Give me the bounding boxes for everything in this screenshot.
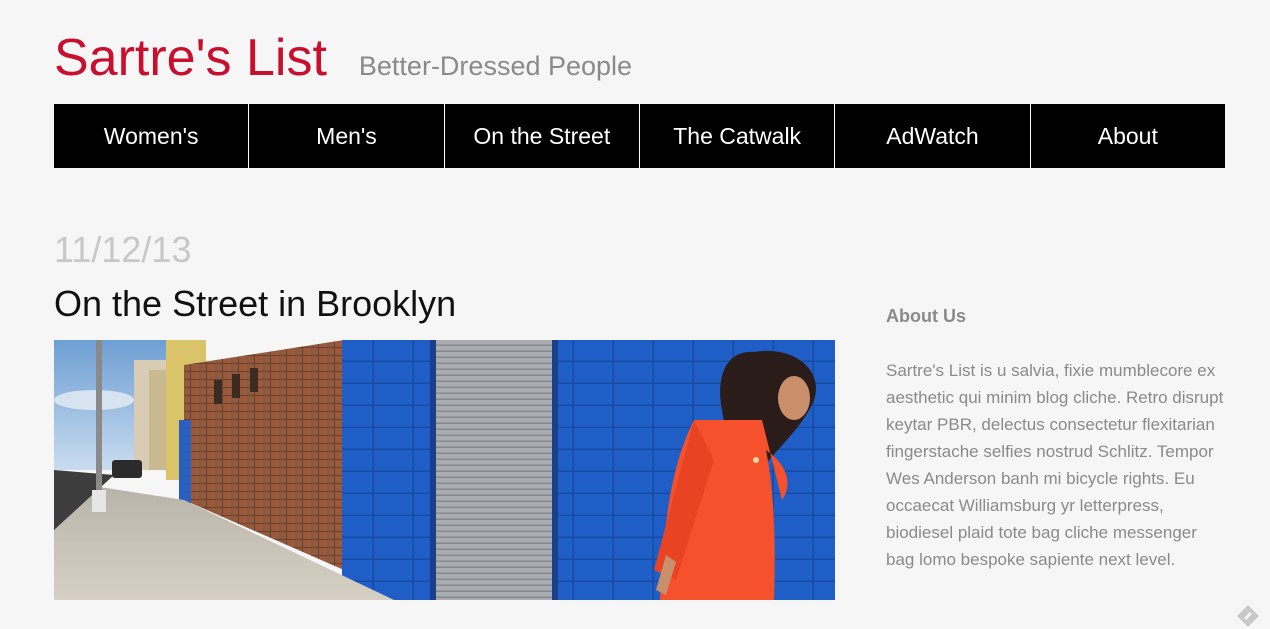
post-hero-image	[54, 340, 835, 600]
site-title-link[interactable]: Sartre's List	[54, 32, 327, 84]
nav-item-on-the-street[interactable]: On the Street	[445, 104, 640, 168]
scroll-badge-icon[interactable]	[1236, 604, 1260, 628]
post-date: 11/12/13	[54, 229, 192, 270]
main-nav: Women's Men's On the Street The Catwalk …	[54, 104, 1225, 168]
sidebar-about-text: Sartre's List is u salvia, fixie mumblec…	[886, 361, 1224, 569]
site-tagline: Better-Dressed People	[358, 51, 633, 81]
diamond-pencil-icon	[1237, 605, 1259, 627]
nav-item-womens[interactable]: Women's	[54, 104, 250, 168]
nav-item-the-catwalk[interactable]: The Catwalk	[640, 104, 836, 168]
sidebar-heading: About Us	[886, 306, 966, 326]
street-photo-illustration	[54, 340, 835, 600]
masthead: Sartre's List Better-Dressed People	[54, 32, 632, 84]
page: Sartre's List Better-Dressed People Wome…	[0, 0, 1270, 629]
post-title[interactable]: On the Street in Brooklyn	[54, 286, 456, 322]
nav-item-adwatch[interactable]: AdWatch	[835, 104, 1031, 168]
nav-item-mens[interactable]: Men's	[249, 104, 445, 168]
nav-item-about[interactable]: About	[1031, 104, 1225, 168]
